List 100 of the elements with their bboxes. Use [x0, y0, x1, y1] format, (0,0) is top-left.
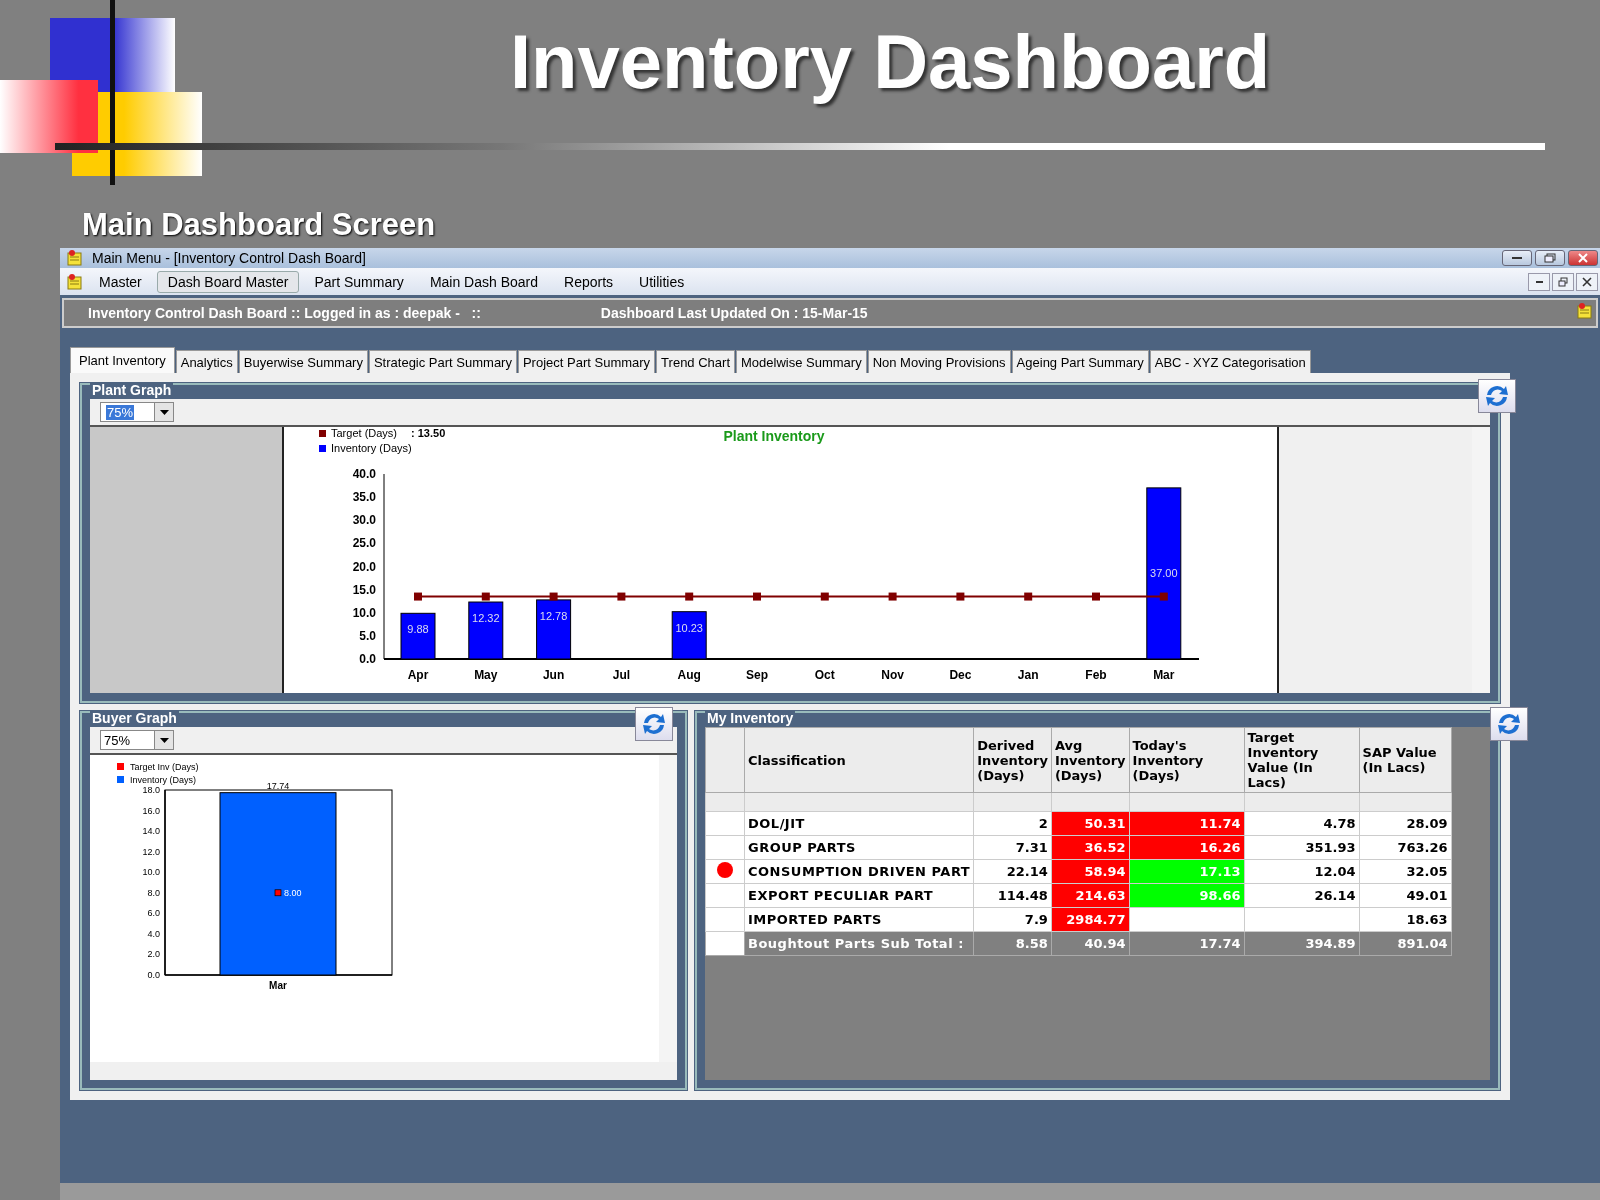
- target-point: [1024, 592, 1033, 601]
- note-icon: [66, 249, 84, 267]
- target-point: [685, 592, 694, 601]
- target-point: [274, 889, 282, 897]
- data-label: 17.74: [266, 780, 290, 791]
- legend-item: Inventory (Days): [117, 775, 197, 785]
- menu-item[interactable]: Main Dash Board: [418, 270, 550, 293]
- x-tick-label: Oct: [814, 668, 835, 682]
- table-cell: 26.14: [1244, 883, 1360, 908]
- window-title: Main Menu - [Inventory Control Dash Board]: [92, 250, 366, 266]
- data-label: 12.32: [472, 612, 500, 624]
- y-tick-label: 25.0: [352, 536, 376, 551]
- x-tick-label: Jul: [612, 668, 631, 682]
- y-tick-label: 15.0: [352, 582, 376, 597]
- refresh-button[interactable]: [1490, 707, 1528, 741]
- restore-button[interactable]: [1535, 250, 1565, 266]
- column-header: Today's Inventory (Days): [1129, 727, 1245, 793]
- y-tick-label: 8.0: [147, 887, 160, 898]
- close-button[interactable]: [1568, 250, 1598, 266]
- tab[interactable]: Ageing Part Summary: [1011, 350, 1149, 373]
- x-tick-label: Aug: [677, 668, 701, 682]
- y-tick-label: 10.0: [142, 867, 160, 878]
- table-cell: 891.04: [1359, 931, 1452, 956]
- zoom-dropdown[interactable]: 75%: [100, 402, 174, 422]
- y-tick-label: 35.0: [352, 490, 376, 505]
- table-cell: 114.48: [973, 883, 1052, 908]
- refresh-button[interactable]: [635, 707, 673, 741]
- slide-title: Inventory Dashboard: [510, 18, 1271, 105]
- menu-item[interactable]: Utilities: [628, 270, 696, 293]
- tab[interactable]: Modelwise Summary: [736, 350, 867, 373]
- minimize-icon: [1535, 280, 1543, 283]
- chart-title: Plant Inventory: [723, 428, 825, 444]
- menu-item[interactable]: Master: [88, 270, 153, 293]
- table-cell: 351.93: [1244, 835, 1360, 860]
- bar: [536, 599, 572, 660]
- restore-button[interactable]: [1552, 272, 1574, 291]
- column-header: Classification: [744, 727, 974, 793]
- group-title: Buyer Graph: [90, 710, 179, 726]
- scrollbar[interactable]: [659, 755, 677, 1062]
- minimize-button[interactable]: [1528, 272, 1550, 291]
- table-cell: 49.01: [1359, 883, 1452, 908]
- restore-icon: [1544, 253, 1556, 263]
- data-label: 9.88: [407, 623, 429, 636]
- tab[interactable]: Plant Inventory: [70, 347, 175, 373]
- menu-item[interactable]: Reports: [553, 270, 625, 293]
- zoom-dropdown[interactable]: 75%: [100, 730, 174, 750]
- last-updated: Dashboard Last Updated On : 15-Mar-15: [600, 305, 868, 321]
- close-button[interactable]: [1576, 272, 1598, 291]
- data-label: 8.00: [284, 887, 302, 898]
- table-cell: 16.26: [1129, 835, 1245, 860]
- legend-item: Inventory (Days): [319, 442, 412, 454]
- y-tick-label: 16.0: [142, 805, 160, 816]
- slide-subtitle: Main Dashboard Screen: [82, 207, 436, 243]
- tab[interactable]: Analytics: [175, 350, 238, 373]
- table-cell: 2: [973, 811, 1052, 836]
- table-cell: Boughtout Parts Sub Total :: [744, 931, 974, 956]
- group-title: Plant Graph: [90, 382, 174, 398]
- menu-item[interactable]: Part Summary: [303, 270, 415, 293]
- column-header: Derived Inventory (Days): [973, 727, 1052, 793]
- scrollbar[interactable]: [90, 1062, 677, 1080]
- data-label: 37.00: [1150, 567, 1178, 579]
- x-tick-label: Mar: [1153, 668, 1175, 682]
- tab[interactable]: Project Part Summary: [517, 350, 656, 373]
- refresh-button[interactable]: [1478, 379, 1516, 413]
- x-tick-label: Dec: [949, 668, 972, 682]
- x-tick-label: Jun: [542, 668, 565, 682]
- table-cell: 763.26: [1359, 835, 1452, 860]
- tab[interactable]: Strategic Part Summary: [368, 350, 517, 373]
- target-point: [414, 592, 422, 601]
- y-tick-label: 10.0: [352, 605, 376, 620]
- alert-dot: [717, 862, 733, 878]
- bar: [400, 612, 436, 660]
- scrollbar[interactable]: [1472, 427, 1490, 693]
- x-tick-label: Feb: [1085, 668, 1107, 682]
- table-cell: CONSUMPTION DRIVEN PART: [744, 859, 974, 884]
- y-tick-label: 5.0: [359, 628, 376, 643]
- tab[interactable]: Non Moving Provisions: [867, 350, 1011, 373]
- table-cell: 18.63: [1359, 907, 1452, 932]
- caret-icon: [159, 737, 169, 743]
- table-cell: EXPORT PECULIAR PART: [744, 883, 974, 908]
- table-cell: 22.14: [973, 859, 1052, 884]
- table-cell: 11.74: [1129, 811, 1245, 836]
- y-tick-label: 0.0: [359, 652, 376, 666]
- y-tick-label: 20.0: [352, 559, 376, 574]
- y-tick-label: 30.0: [352, 513, 376, 528]
- x-tick-label: Mar: [269, 980, 287, 991]
- bar: [468, 601, 504, 660]
- bar: [671, 611, 707, 660]
- target-point: [549, 592, 558, 601]
- x-tick-label: Jan: [1017, 668, 1039, 682]
- note-icon: [1576, 302, 1594, 320]
- minimize-button[interactable]: [1502, 250, 1532, 266]
- menu-item[interactable]: Dash Board Master: [156, 270, 300, 293]
- tab[interactable]: ABC - XYZ Categorisation: [1149, 350, 1311, 373]
- tab[interactable]: Buyerwise Summary: [238, 350, 368, 373]
- restore-icon: [1558, 276, 1568, 287]
- legend-item: Target Inv (Days): [117, 762, 199, 772]
- y-tick-label: 14.0: [142, 826, 160, 837]
- tab[interactable]: Trend Chart: [656, 350, 735, 373]
- target-point: [888, 592, 897, 601]
